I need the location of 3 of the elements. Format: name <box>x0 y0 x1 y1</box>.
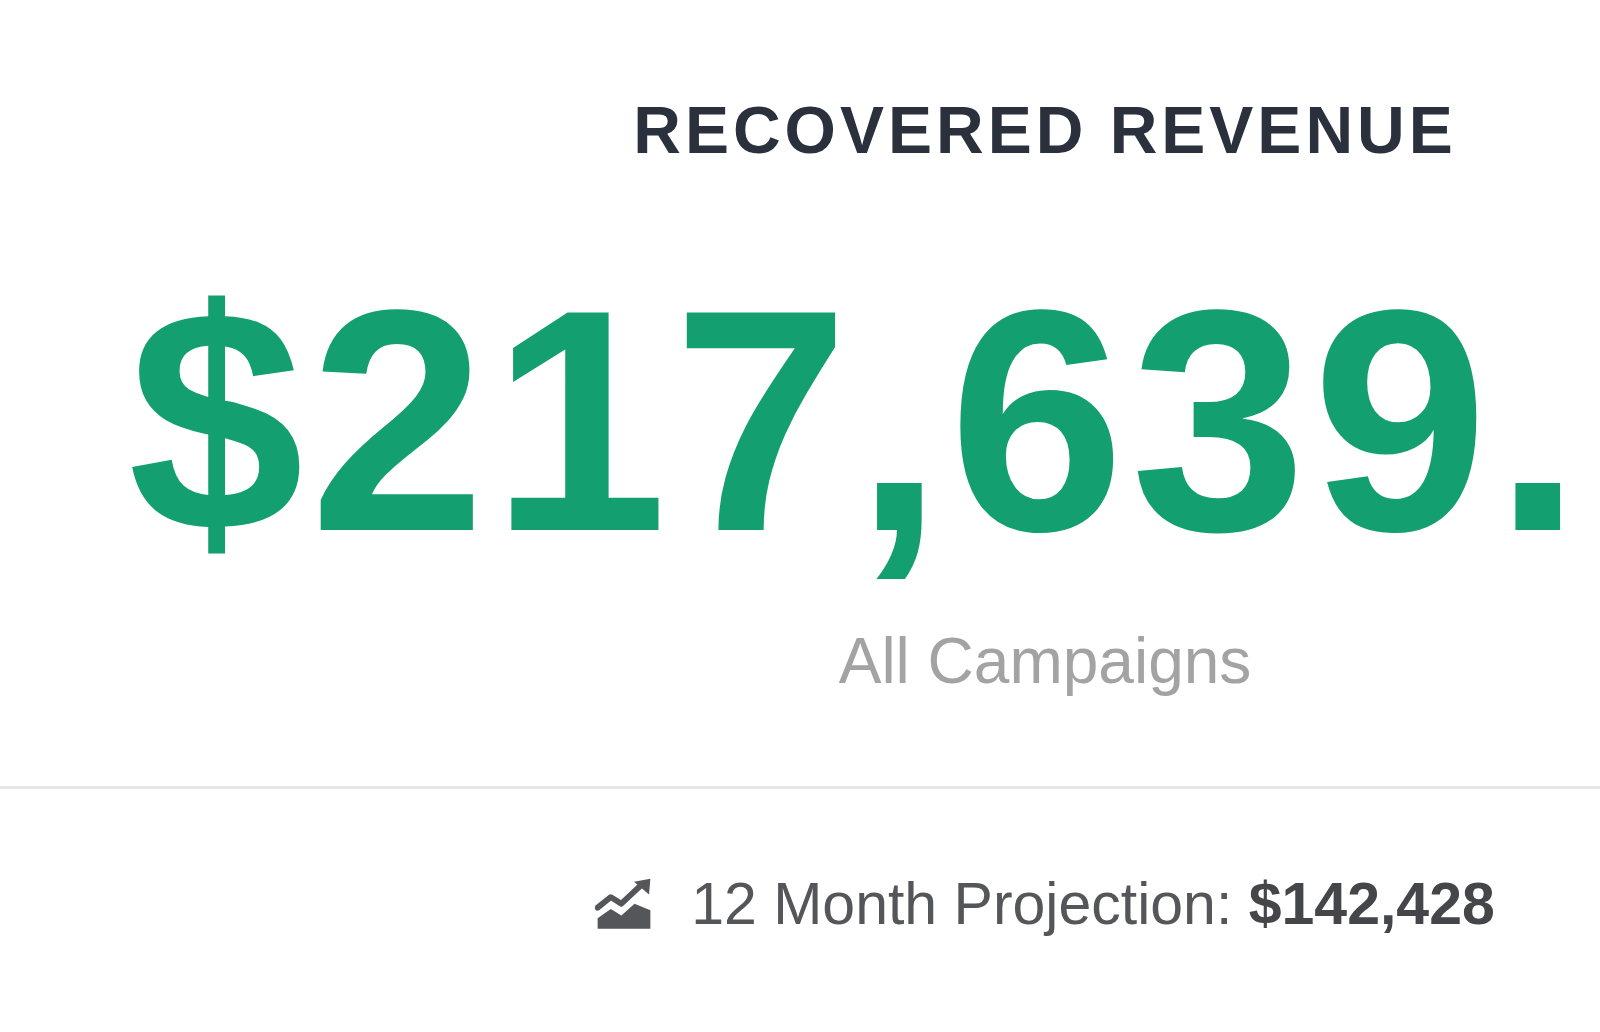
revenue-amount: $217,639. <box>128 263 1588 579</box>
metric-title: RECOVERED REVENUE <box>633 97 1457 163</box>
projection-text: 12 Month Projection: $142,428 <box>691 875 1495 934</box>
